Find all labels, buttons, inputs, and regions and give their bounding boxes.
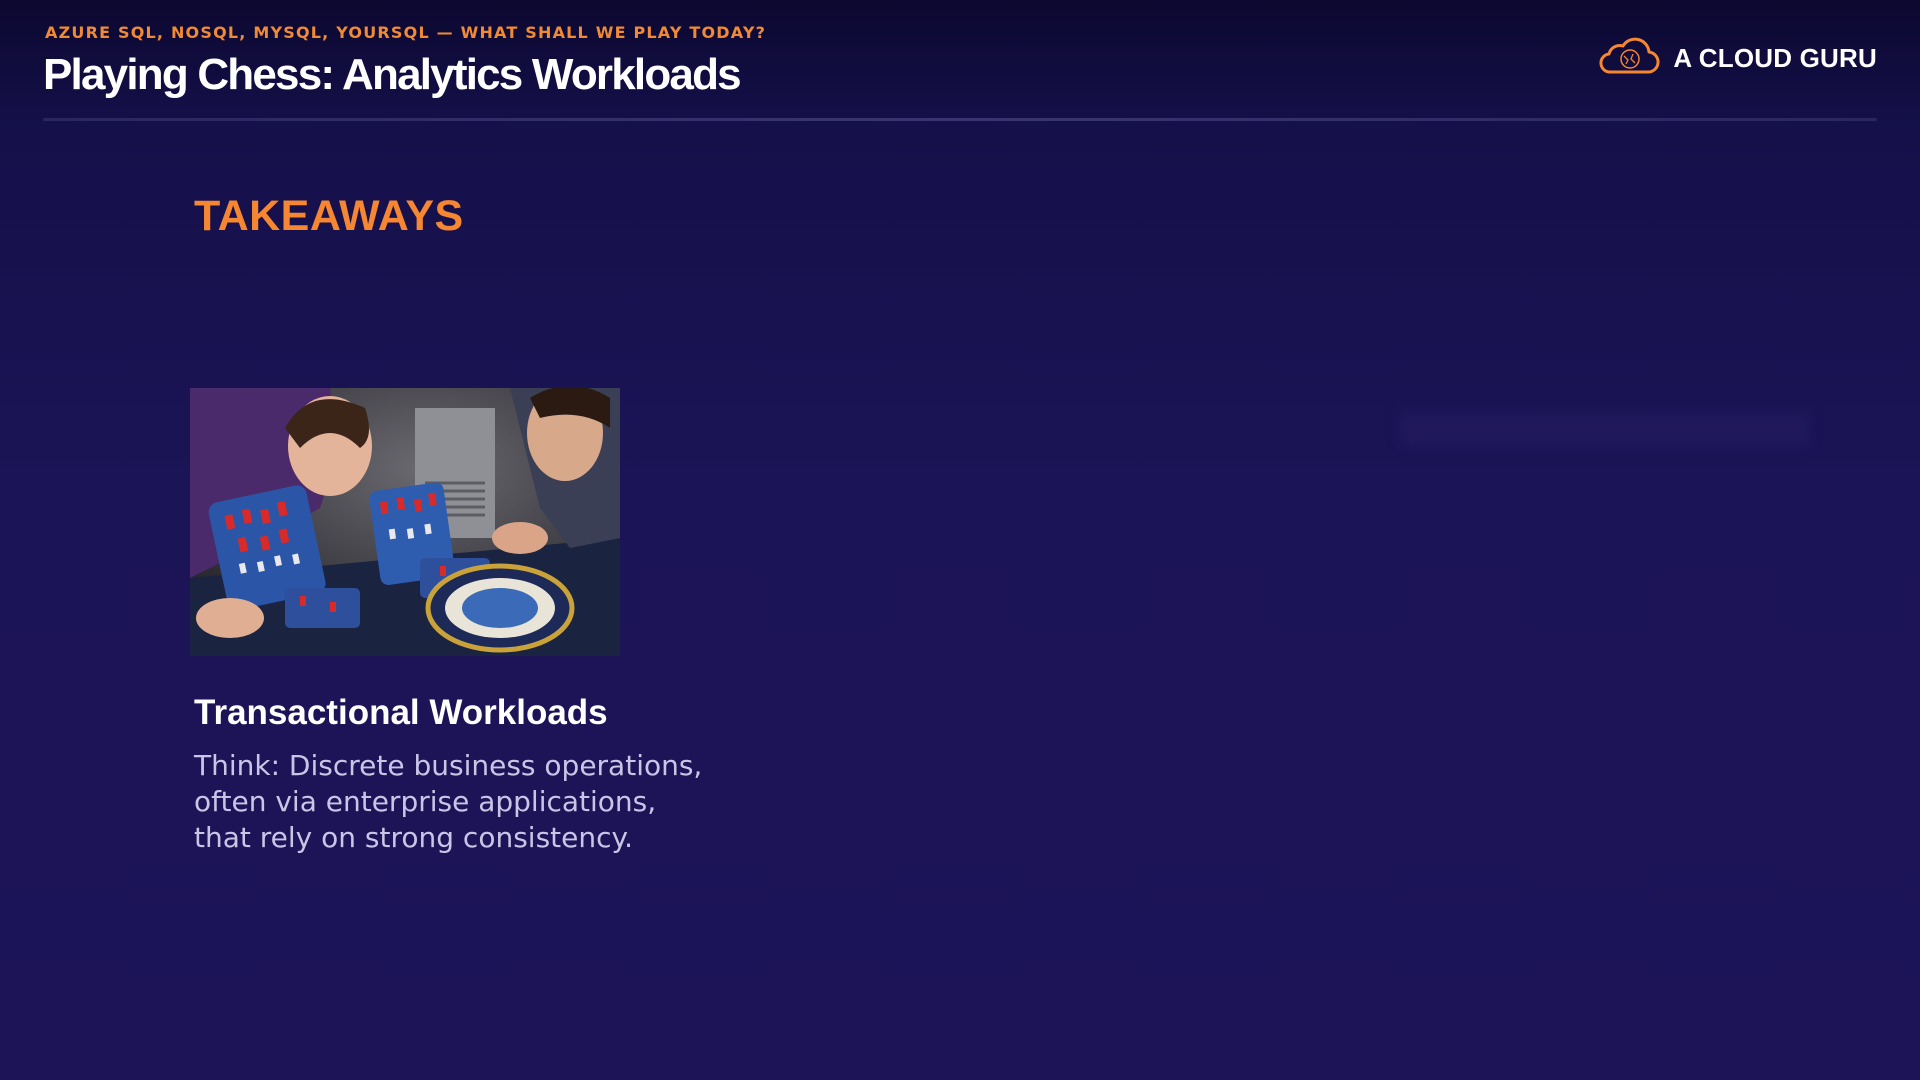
section-heading: TAKEAWAYS xyxy=(194,192,464,240)
logo-wordmark: A CLOUD GURU xyxy=(1673,43,1877,73)
card-title: Transactional Workloads xyxy=(194,693,608,732)
faint-background-band xyxy=(1400,412,1810,446)
course-eyebrow: AZURE SQL, NOSQL, MYSQL, YOURSQL — WHAT … xyxy=(45,23,767,42)
card-body: Think: Discrete business operations, oft… xyxy=(194,748,754,856)
card-body-line: Think: Discrete business operations, xyxy=(194,749,703,782)
cloud-icon xyxy=(1597,36,1661,81)
page-title: Playing Chess: Analytics Workloads xyxy=(43,50,742,99)
slide: AZURE SQL, NOSQL, MYSQL, YOURSQL — WHAT … xyxy=(0,0,1920,1080)
card-body-line: often via enterprise applications, xyxy=(194,785,657,818)
header-divider xyxy=(43,118,1877,121)
card-photo xyxy=(190,388,620,656)
card-body-line: that rely on strong consistency. xyxy=(194,821,633,854)
brand-logo: A CLOUD GURU xyxy=(1597,36,1877,81)
